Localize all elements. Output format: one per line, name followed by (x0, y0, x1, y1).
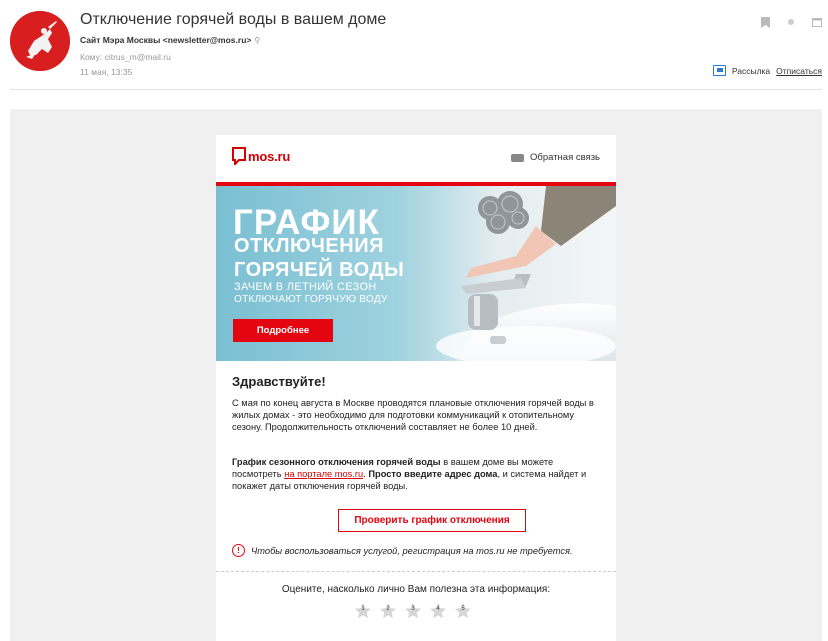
calendar-icon[interactable] (812, 16, 822, 28)
bookmark-icon[interactable] (760, 16, 770, 28)
recipient-line: Кому: citrus_m@mail.ru (80, 52, 171, 62)
rating-star-2-label: 2 (386, 606, 390, 612)
rating-star-1-label: 1 (361, 606, 365, 612)
paragraph-intro: С мая по конец августа в Москве проводят… (232, 398, 594, 432)
banner-subtitle-line1: ЗАЧЕМ В ЛЕТНИЙ СЕЗОН (234, 281, 377, 293)
message-header: Отключение горячей воды в вашем доме Сай… (0, 0, 828, 90)
rating-prompt: Оцените, насколько лично Вам полезна эта… (281, 584, 551, 595)
rating-star-3[interactable]: 3 (404, 602, 422, 620)
banner-subtitle-line2: ОТКЛЮЧАЮТ ГОРЯЧУЮ ВОДУ (234, 294, 388, 305)
exclamation-icon: ! (232, 544, 245, 557)
feedback-link[interactable]: Обратная связь (511, 152, 600, 163)
banner-title-line3: ГОРЯЧЕЙ ВОДЫ (234, 259, 405, 281)
portal-link[interactable]: на портале mos.ru (284, 469, 363, 479)
email-date: 11 мая, 13:35 (80, 67, 133, 77)
search-icon[interactable]: ⚲ (254, 36, 260, 45)
rating-star-1[interactable]: 1 (354, 602, 372, 620)
rating-star-3-label: 3 (411, 606, 415, 612)
header-actions (760, 16, 822, 28)
rating-star-4-label: 4 (436, 606, 440, 612)
newsletter-row: Рассылка Отписаться (712, 65, 822, 76)
hero-banner[interactable]: ГРАФИК ОТКЛЮЧЕНИЯ ГОРЯЧЕЙ ВОДЫ ЗАЧЕМ В Л… (216, 186, 616, 361)
mos-logo[interactable]: mos.ru (232, 147, 291, 167)
header-divider (10, 89, 822, 90)
check-schedule-button[interactable]: Проверить график отключения (338, 509, 526, 532)
mos-logo-text: mos.ru (248, 148, 291, 164)
notice: ! Чтобы воспользоваться услугой, регистр… (232, 544, 573, 557)
feedback-label: Обратная связь (530, 152, 600, 163)
sender-avatar[interactable] (10, 11, 70, 71)
rating-star-5-label: 5 (461, 606, 465, 612)
letter-content: Здравствуйте! С мая по конец августа в М… (232, 374, 602, 557)
envelope-icon (511, 153, 524, 162)
rating-stars: 1 2 3 4 5 (354, 602, 472, 620)
schedule-bold: График сезонного отключения горячей воды (232, 457, 441, 467)
rating-star-2[interactable]: 2 (379, 602, 397, 620)
rating-star-4[interactable]: 4 (429, 602, 447, 620)
newsletter-header: mos.ru Обратная связь (216, 135, 616, 182)
banner-title-line2: ОТКЛЮЧЕНИЯ (234, 235, 384, 257)
email-subject: Отключение горячей воды в вашем доме (80, 11, 387, 28)
greeting: Здравствуйте! (232, 374, 326, 389)
newsletter-label: Рассылка (731, 65, 771, 76)
unread-dot-icon[interactable] (786, 16, 796, 28)
paragraph-schedule: График сезонного отключения горячей воды… (232, 456, 602, 492)
mos-logo-icon (232, 147, 246, 167)
more-button[interactable]: Подробнее (233, 319, 333, 342)
dashed-divider (216, 571, 616, 572)
unsubscribe-link[interactable]: Отписаться (776, 66, 822, 76)
rating-star-5[interactable]: 5 (454, 602, 472, 620)
sender-name[interactable]: Сайт Мэра Москвы <newsletter@mos.ru> (80, 35, 251, 45)
sender-line[interactable]: Сайт Мэра Москвы <newsletter@mos.ru> ⚲ (80, 35, 260, 45)
address-bold: Просто введите адрес дома (368, 469, 498, 479)
newsletter-icon (712, 65, 726, 76)
newsletter-card: mos.ru Обратная связь ГРАФИК ОТКЛЮЧЕНИЯ … (216, 135, 616, 641)
notice-text: Чтобы воспользоваться услугой, регистрац… (251, 545, 573, 556)
